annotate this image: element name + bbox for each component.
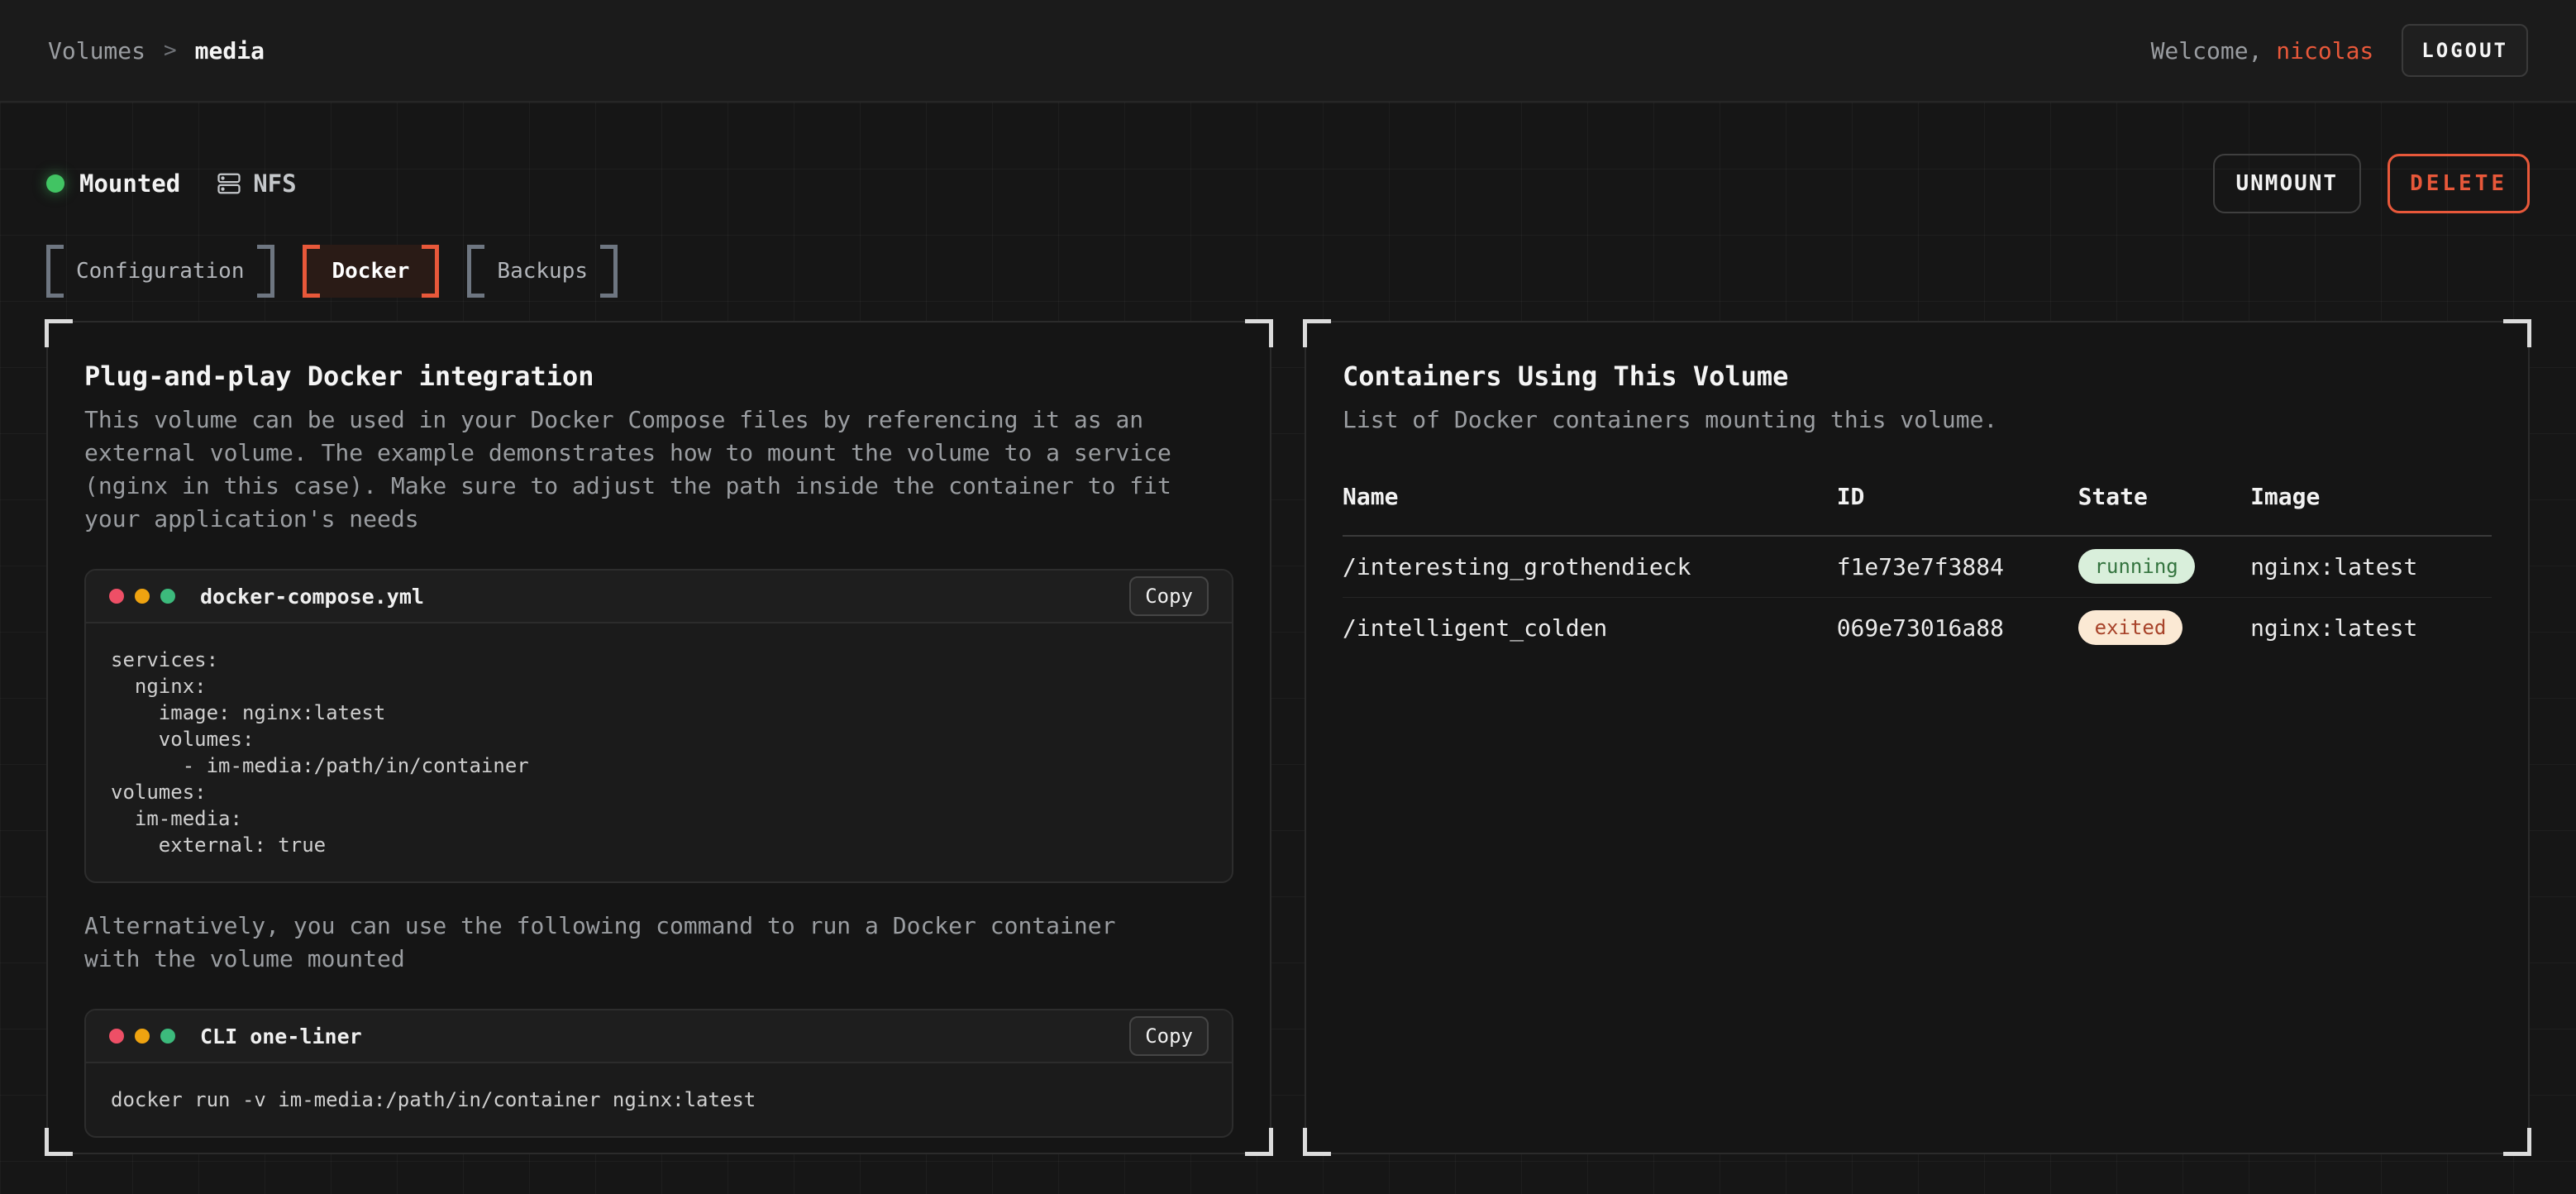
cli-code-header: CLI one-liner Copy xyxy=(86,1010,1232,1063)
panel-corner-bracket xyxy=(45,1128,73,1156)
main-area: Mounted NFS UNMOUNT DELETE Configurati xyxy=(0,103,2576,1194)
panel-corner-bracket xyxy=(2503,1128,2531,1156)
containers-table-header-row: Name ID State Image xyxy=(1343,483,2492,536)
traffic-red-icon xyxy=(109,589,124,604)
docker-panel-title: Plug-and-play Docker integration xyxy=(84,361,1233,392)
table-row: /interesting_grothendieck f1e73e7f3884 r… xyxy=(1343,536,2492,597)
traffic-red-icon xyxy=(109,1029,124,1044)
delete-button[interactable]: DELETE xyxy=(2388,154,2530,213)
server-stack-icon xyxy=(217,171,241,196)
table-row: /intelligent_colden 069e73016a88 exited … xyxy=(1343,597,2492,658)
chevron-right-icon: > xyxy=(164,38,177,63)
container-id: f1e73e7f3884 xyxy=(1837,536,2078,597)
traffic-green-icon xyxy=(160,589,175,604)
container-name: /interesting_grothendieck xyxy=(1343,536,1837,597)
compose-code-block: docker-compose.yml Copy services: nginx:… xyxy=(84,569,1233,883)
column-header-image: Image xyxy=(2250,483,2492,536)
mounted-status-dot xyxy=(46,174,64,193)
containers-table: Name ID State Image /interesting_grothen… xyxy=(1343,483,2492,658)
driver-label: NFS xyxy=(253,170,296,198)
status-row: Mounted NFS UNMOUNT DELETE xyxy=(46,152,2530,215)
state-badge: running xyxy=(2078,549,2195,584)
container-name: /intelligent_colden xyxy=(1343,597,1837,658)
tab-configuration[interactable]: Configuration xyxy=(46,245,274,298)
containers-panel-title: Containers Using This Volume xyxy=(1343,361,2492,392)
compose-filename: docker-compose.yml xyxy=(200,585,424,609)
traffic-green-icon xyxy=(160,1029,175,1044)
unmount-button[interactable]: UNMOUNT xyxy=(2213,154,2362,213)
compose-copy-button[interactable]: Copy xyxy=(1129,576,1209,616)
tab-docker[interactable]: Docker xyxy=(303,245,440,298)
breadcrumb-volumes-link[interactable]: Volumes xyxy=(48,37,145,64)
welcome-text: Welcome, nicolas xyxy=(2151,37,2374,64)
panel-corner-bracket xyxy=(1245,319,1273,347)
panel-corner-bracket xyxy=(45,319,73,347)
compose-code-content: services: nginx: image: nginx:latest vol… xyxy=(86,623,1232,881)
mounted-status: Mounted xyxy=(46,170,180,198)
cli-code-block: CLI one-liner Copy docker run -v im-medi… xyxy=(84,1009,1233,1138)
column-header-name: Name xyxy=(1343,483,1837,536)
state-badge: exited xyxy=(2078,610,2183,645)
breadcrumb: Volumes > media xyxy=(48,37,265,64)
containers-panel-subtitle: List of Docker containers mounting this … xyxy=(1343,404,2434,437)
traffic-light-icons xyxy=(109,1029,175,1044)
mounted-status-label: Mounted xyxy=(79,170,180,198)
cli-code-content: docker run -v im-media:/path/in/containe… xyxy=(86,1063,1232,1136)
containers-panel: Containers Using This Volume List of Doc… xyxy=(1305,321,2530,1154)
driver-indicator: NFS xyxy=(217,170,296,198)
tab-bar: Configuration Docker Backups xyxy=(46,245,2530,298)
traffic-yellow-icon xyxy=(135,1029,150,1044)
column-header-state: State xyxy=(2078,483,2251,536)
container-id: 069e73016a88 xyxy=(1837,597,2078,658)
breadcrumb-current-volume: media xyxy=(195,37,265,64)
compose-code-header: docker-compose.yml Copy xyxy=(86,571,1232,623)
logout-button[interactable]: LOGOUT xyxy=(2402,24,2528,77)
cli-intro-text: Alternatively, you can use the following… xyxy=(84,910,1176,976)
container-image: nginx:latest xyxy=(2250,597,2492,658)
traffic-light-icons xyxy=(109,589,175,604)
top-header: Volumes > media Welcome, nicolas LOGOUT xyxy=(0,0,2576,103)
docker-panel-description: This volume can be used in your Docker C… xyxy=(84,404,1176,536)
panel-corner-bracket xyxy=(1303,1128,1331,1156)
welcome-prefix: Welcome, xyxy=(2151,37,2277,64)
username: nicolas xyxy=(2276,37,2373,64)
column-header-id: ID xyxy=(1837,483,2078,536)
cli-title: CLI one-liner xyxy=(200,1024,362,1048)
panel-corner-bracket xyxy=(1303,319,1331,347)
cli-copy-button[interactable]: Copy xyxy=(1129,1016,1209,1056)
tab-backups[interactable]: Backups xyxy=(467,245,618,298)
panel-corner-bracket xyxy=(1245,1128,1273,1156)
traffic-yellow-icon xyxy=(135,589,150,604)
docker-integration-panel: Plug-and-play Docker integration This vo… xyxy=(46,321,1271,1154)
container-image: nginx:latest xyxy=(2250,536,2492,597)
panel-corner-bracket xyxy=(2503,319,2531,347)
